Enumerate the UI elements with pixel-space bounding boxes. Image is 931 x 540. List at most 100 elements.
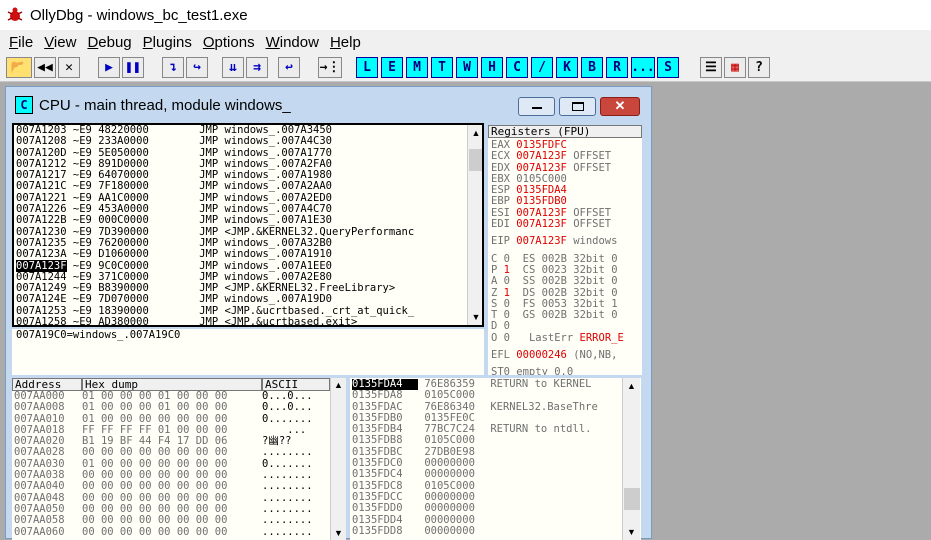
register-name: EAX: [491, 139, 510, 151]
segment-bits: 32bit: [573, 275, 605, 288]
step-into-icon[interactable]: ↴: [162, 57, 184, 78]
flag-value[interactable]: 0: [504, 298, 510, 310]
register-value[interactable]: 007A123F: [516, 150, 567, 162]
window-button-e[interactable]: E: [381, 57, 403, 78]
menu-debug[interactable]: Debug: [87, 34, 131, 51]
maximize-button[interactable]: [559, 97, 596, 116]
scroll-up-icon[interactable]: ▲: [468, 125, 482, 141]
segment-value: 0053: [541, 297, 567, 310]
disasm-address: 007A1244: [16, 270, 67, 283]
menu-help[interactable]: Help: [330, 34, 361, 51]
dump-ascii: 0...0...: [262, 401, 313, 414]
register-value[interactable]: 007A123F: [516, 162, 567, 174]
stack-pane[interactable]: 0135FDA4 76E86359 RETURN to KERNEL 0135FDA…: [350, 378, 641, 540]
register-value[interactable]: 007A123F: [516, 207, 567, 219]
step-over-icon[interactable]: ↪: [186, 57, 208, 78]
register-value[interactable]: 007A123F: [516, 235, 567, 247]
disasm-command: JMP windows_.007A32B0: [199, 236, 332, 249]
register-value[interactable]: 007A123F: [516, 218, 567, 230]
disasm-scrollbar[interactable]: ▲ ▼: [467, 125, 482, 325]
help-icon[interactable]: ?: [748, 57, 770, 78]
maximize-icon: [572, 102, 584, 111]
dump-address: 007AA058: [14, 514, 65, 527]
window-button-t[interactable]: T: [431, 57, 453, 78]
menu-view[interactable]: View: [44, 34, 76, 51]
window-button-b[interactable]: B: [581, 57, 603, 78]
stack-row[interactable]: 0135FDD0 00000000: [352, 502, 598, 514]
flag-value[interactable]: 0: [504, 320, 510, 332]
window-button-k[interactable]: K: [556, 57, 578, 78]
flag-value[interactable]: 1: [504, 287, 510, 299]
scroll-down-icon[interactable]: ▼: [468, 309, 482, 325]
disassembly-pane[interactable]: 007A1203 ~E9 48220000 JMP windows_.007A34…: [12, 123, 484, 327]
stack-scroll-down-icon[interactable]: ▼: [623, 524, 640, 540]
execute-till-return-icon[interactable]: ↩: [278, 57, 300, 78]
menu-options[interactable]: Options: [203, 34, 255, 51]
stack-row[interactable]: 0135FDD8 00000000: [352, 524, 598, 537]
close-window-button[interactable]: ✕: [600, 97, 640, 116]
dump-address: 007AA008: [14, 401, 65, 414]
stack-scroll-up-icon[interactable]: ▲: [623, 378, 640, 394]
registers-header: Registers (FPU): [488, 125, 642, 138]
disasm-address: 007A1253: [16, 304, 67, 317]
flag-value[interactable]: 0: [504, 275, 510, 287]
goto-icon[interactable]: →⋮: [318, 57, 342, 78]
window-button-more[interactable]: ...: [631, 57, 655, 78]
open-file-icon[interactable]: 📂: [6, 57, 32, 78]
register-value[interactable]: 0135FDFC: [516, 139, 567, 151]
lasterr-row[interactable]: O 0 LastErr ERROR_E: [491, 332, 624, 344]
window-button-s[interactable]: S: [657, 57, 679, 78]
efl-value[interactable]: 00000246: [516, 349, 567, 361]
segment-value: 0023: [541, 263, 567, 276]
window-button-h[interactable]: H: [481, 57, 503, 78]
flag-value[interactable]: 0: [504, 309, 510, 321]
window-button-l[interactable]: L: [356, 57, 378, 78]
dump-scrollbar[interactable]: ▲ ▼: [330, 378, 346, 540]
stack-address: 0135FDD8: [352, 524, 403, 537]
disasm-command: JMP windows_.007A2ED0: [199, 191, 332, 204]
run-icon[interactable]: ▶: [98, 57, 120, 78]
cpu-window: C CPU - main thread, module windows_ ✕ 0…: [5, 86, 652, 540]
registers-pane[interactable]: Registers (FPU) EAX 0135FDFC ECX 007A123…: [488, 125, 642, 375]
window-button-w[interactable]: W: [456, 57, 478, 78]
close-icon[interactable]: ✕: [58, 57, 80, 78]
dump-ascii: ........: [262, 469, 313, 482]
menu-file[interactable]: File: [9, 34, 33, 51]
register-row[interactable]: EDI 007A123F OFFSET: [491, 218, 624, 230]
stack-value: 00000000: [424, 524, 475, 537]
disasm-hex: E9 233A0000: [79, 135, 149, 148]
trace-into-icon[interactable]: ⇊: [222, 57, 244, 78]
eip-row[interactable]: EIP 007A123F windows: [491, 236, 624, 247]
stack-row[interactable]: 0135FDC4 00000000: [352, 469, 598, 481]
efl-desc: (NO,NB,: [573, 349, 618, 362]
window-button-r[interactable]: R: [606, 57, 628, 78]
register-value[interactable]: 0135FDA4: [516, 184, 567, 196]
window-button-slash[interactable]: /: [531, 57, 553, 78]
minimize-icon: [532, 107, 542, 109]
stack-scroll-thumb[interactable]: [624, 488, 640, 510]
stack-scrollbar[interactable]: ▲ ▼: [622, 378, 640, 540]
segment-value: 002B: [541, 252, 567, 265]
minimize-button[interactable]: [518, 97, 555, 116]
disasm-row[interactable]: 007A1258 ~E9 AD380000 JMP <JMP.&ucrtbased…: [16, 316, 468, 325]
hex-dump-pane[interactable]: Address Hex dump ASCII 007AA000 01 00 00 …: [12, 378, 346, 540]
flag-value[interactable]: 0: [504, 253, 510, 265]
menu-plugins[interactable]: Plugins: [143, 34, 192, 51]
window-button-c[interactable]: C: [506, 57, 528, 78]
disasm-scroll-thumb[interactable]: [469, 149, 482, 171]
dump-scroll-down-icon[interactable]: ▼: [331, 526, 346, 540]
trace-over-icon[interactable]: ⇉: [246, 57, 268, 78]
dump-row[interactable]: 007AA060 00 00 00 00 00 00 00 00........: [14, 526, 313, 538]
register-value[interactable]: 0135FDB0: [516, 195, 567, 207]
pause-icon[interactable]: ❚❚: [122, 57, 144, 78]
window-button-m[interactable]: M: [406, 57, 428, 78]
efl-row[interactable]: EFL 00000246 (NO,NB,: [491, 349, 624, 362]
options-list-icon[interactable]: ☰: [700, 57, 722, 78]
st0-row[interactable]: ST0 empty 0.0: [491, 367, 624, 375]
restart-icon[interactable]: ◀◀: [34, 57, 56, 78]
register-value[interactable]: 0105C000: [516, 173, 567, 185]
menu-window[interactable]: Window: [266, 34, 319, 51]
flag-value[interactable]: 1: [504, 264, 510, 276]
dump-scroll-up-icon[interactable]: ▲: [331, 378, 346, 392]
appearance-icon[interactable]: ▦: [724, 57, 746, 78]
